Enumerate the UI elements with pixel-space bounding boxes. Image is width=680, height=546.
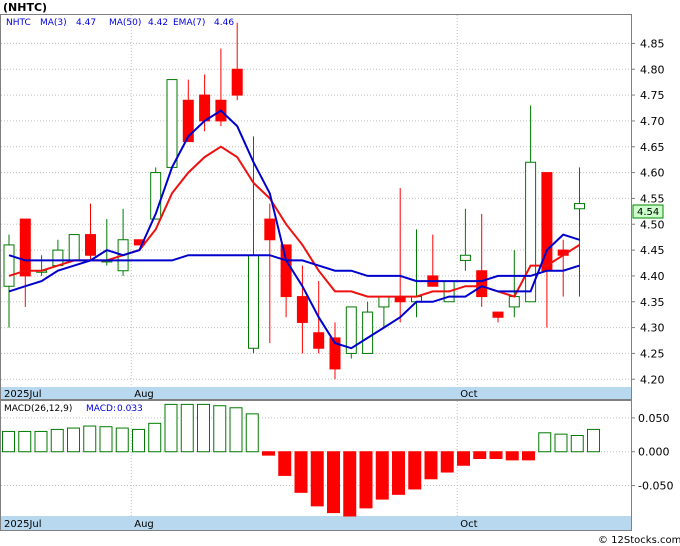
macd-y-axis: 0.050 0.000 -0.050 [631, 412, 673, 493]
macd-bar [327, 451, 340, 514]
macd-tick-label: -0.050 [638, 480, 673, 493]
price-tick-label: 4.25 [640, 347, 665, 360]
macd-bar [570, 435, 584, 453]
macd-value: 0.033 [117, 404, 143, 414]
candle-body [3, 244, 15, 287]
candle-body [574, 203, 585, 210]
price-tick-label: 4.40 [640, 270, 665, 283]
macd-bar [245, 413, 259, 453]
macd-label: MACD: [86, 404, 116, 414]
month-label: Aug [134, 389, 154, 400]
price-date-band [1, 387, 631, 399]
candle-body [166, 79, 178, 168]
candle-body [248, 254, 259, 349]
macd-bar [473, 451, 487, 459]
macd-bar [34, 430, 48, 453]
macd-bar [164, 403, 178, 453]
candle-body [231, 68, 243, 96]
candle-body [541, 172, 553, 272]
candle-body [85, 234, 96, 256]
last-price-label: 4.54 [637, 207, 659, 218]
macd-month-label: Aug [134, 519, 154, 530]
macd-bar [440, 451, 454, 473]
macd-bar [375, 451, 389, 500]
candle-body [459, 254, 471, 261]
price-tick-label: 4.75 [640, 89, 665, 102]
macd-params: MACD(26,12,9) [4, 404, 72, 414]
macd-month-label: 2025Jul [4, 519, 42, 530]
price-tick-label: 4.60 [640, 167, 665, 180]
candle-body [280, 244, 292, 298]
candle-body [476, 270, 488, 298]
candle-body [68, 234, 80, 261]
price-tick-label: 4.30 [640, 322, 665, 335]
stock-chart: 4.20 4.25 4.30 4.35 4.40 4.45 4.50 4.55 4.60 4.65… [0, 1, 680, 546]
macd-bar [132, 428, 145, 453]
price-tick-label: 4.55 [640, 192, 665, 205]
macd-bar [99, 426, 113, 453]
macd-bar [522, 451, 535, 461]
macd-bar [408, 451, 422, 490]
macd-bar [554, 433, 568, 453]
candle-body [199, 94, 211, 122]
macd-bar [115, 427, 129, 453]
price-tick-label: 4.80 [640, 63, 665, 76]
macd-bar [310, 451, 324, 507]
price-legend: NHTC MA(3) 4.47 MA(50) 4.42 EMA(7) 4.46 [6, 18, 234, 28]
legend-ema7-label: EMA(7) [173, 18, 205, 28]
macd-bar [50, 428, 64, 453]
month-label: Oct [460, 389, 477, 400]
macd-bar [343, 451, 357, 517]
macd-bar [294, 451, 308, 493]
legend-ma3-label: MA(3) [40, 18, 67, 28]
footer-credit: © 12Stocks.com [598, 535, 680, 546]
price-tick-label: 4.35 [640, 296, 665, 309]
macd-bar [18, 430, 32, 453]
legend-ma50-value: 4.42 [148, 18, 168, 28]
price-tick-label: 4.85 [640, 37, 665, 50]
legend-ma50-label: MA(50) [109, 18, 141, 28]
macd-bar [392, 451, 405, 495]
macd-bar [180, 403, 194, 453]
candle-body [264, 218, 276, 241]
candle-body [362, 311, 374, 354]
macd-bar [359, 451, 373, 509]
macd-bar [197, 403, 210, 453]
candle-body [52, 249, 64, 267]
price-tick-label: 4.20 [640, 373, 665, 386]
macd-bar [262, 451, 275, 456]
macd-bar [229, 407, 243, 453]
candle-body [508, 296, 520, 308]
macd-bar [148, 422, 162, 453]
symbol-title: (NHTC) [3, 1, 47, 14]
macd-tick-label: 0.000 [638, 446, 670, 459]
macd-bar [505, 451, 519, 461]
macd-bar [2, 430, 15, 453]
macd-bar [213, 405, 227, 453]
legend-ema7-value: 4.46 [214, 18, 234, 28]
macd-bar [538, 432, 552, 453]
month-label: 2025Jul [4, 389, 42, 400]
candle-body [296, 296, 308, 323]
macd-month-label: Oct [460, 519, 477, 530]
macd-bar [424, 451, 438, 480]
macd-bar [489, 451, 503, 459]
candle-body [492, 311, 504, 318]
macd-date-band [1, 516, 631, 530]
price-tick-label: 4.45 [640, 244, 665, 257]
price-tick-label: 4.50 [640, 218, 665, 231]
legend-ma3-value: 4.47 [76, 18, 96, 28]
candle-body [378, 296, 390, 308]
macd-bar [83, 425, 97, 453]
candle-body [19, 218, 31, 277]
macd-bar [587, 428, 600, 453]
legend-ticker: NHTC [6, 18, 31, 28]
macd-bar [457, 451, 470, 466]
price-tick-label: 4.65 [640, 141, 665, 154]
macd-bar [278, 451, 292, 476]
price-tick-label: 4.70 [640, 115, 665, 128]
macd-tick-label: 0.050 [638, 412, 670, 425]
macd-bar [67, 427, 80, 453]
candle-body [313, 332, 325, 349]
